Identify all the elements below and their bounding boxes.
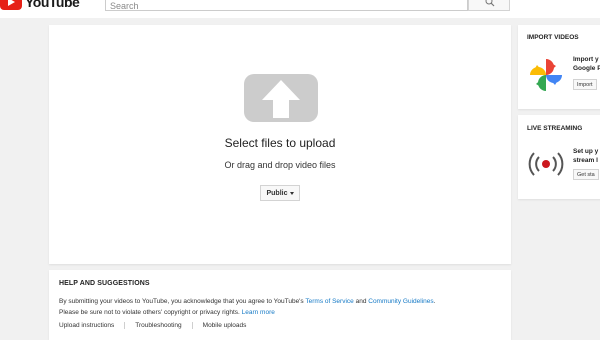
help-and-text: and xyxy=(353,298,369,305)
youtube-logo[interactable]: YouTube xyxy=(0,0,80,10)
help-line2-prefix: Please be sure not to violate others' co… xyxy=(59,309,242,316)
import-videos-heading: IMPORT VIDEOS xyxy=(527,34,579,41)
help-heading: HELP AND SUGGESTIONS xyxy=(59,280,150,287)
guidelines-link[interactable]: Community Guidelines xyxy=(368,298,433,305)
live-text-line2: stream l xyxy=(573,157,598,164)
google-photos-icon xyxy=(530,59,562,91)
live-streaming-heading: LIVE STREAMING xyxy=(527,125,583,132)
upload-subtitle: Or drag and drop video files xyxy=(224,160,336,170)
search-input[interactable] xyxy=(106,0,467,11)
get-started-button[interactable]: Get sta xyxy=(573,169,599,180)
help-line1-suffix: . xyxy=(433,298,436,305)
help-text: By submitting your videos to YouTube, yo… xyxy=(59,296,499,318)
help-links: Upload instructions Troubleshooting Mobi… xyxy=(59,322,256,329)
logo-text: YouTube xyxy=(25,0,80,10)
live-streaming-card: LIVE STREAMING Set up y stream l Get sta xyxy=(518,115,600,199)
help-line1-prefix: By submitting your videos to YouTube, yo… xyxy=(59,298,306,305)
upload-arrow-icon[interactable] xyxy=(244,74,318,122)
import-button[interactable]: Import xyxy=(573,79,597,90)
upload-title: Select files to upload xyxy=(224,136,336,150)
upload-dropzone[interactable]: Select files to upload Or drag and drop … xyxy=(49,25,511,264)
privacy-dropdown[interactable]: Public xyxy=(260,185,300,201)
learn-more-link[interactable]: Learn more xyxy=(242,309,275,316)
terms-link[interactable]: Terms of Service xyxy=(305,298,353,305)
live-text-line1: Set up y xyxy=(573,148,599,155)
troubleshooting-link[interactable]: Troubleshooting xyxy=(124,322,191,329)
caret-down-icon xyxy=(289,191,294,195)
import-videos-card: IMPORT VIDEOS Import y Google P Import xyxy=(518,25,600,109)
help-panel: HELP AND SUGGESTIONS By submitting your … xyxy=(49,270,511,340)
live-broadcast-icon xyxy=(528,152,564,176)
youtube-play-icon xyxy=(0,0,22,10)
import-text-line1: Import y xyxy=(573,56,599,63)
upload-instructions-link[interactable]: Upload instructions xyxy=(59,322,124,329)
search-button[interactable] xyxy=(468,0,510,11)
search-icon xyxy=(485,0,495,7)
mobile-uploads-link[interactable]: Mobile uploads xyxy=(191,322,257,329)
import-text-line2: Google P xyxy=(573,65,600,72)
search-box[interactable] xyxy=(105,0,468,11)
masthead: YouTube xyxy=(0,0,600,18)
privacy-value: Public xyxy=(266,189,288,197)
